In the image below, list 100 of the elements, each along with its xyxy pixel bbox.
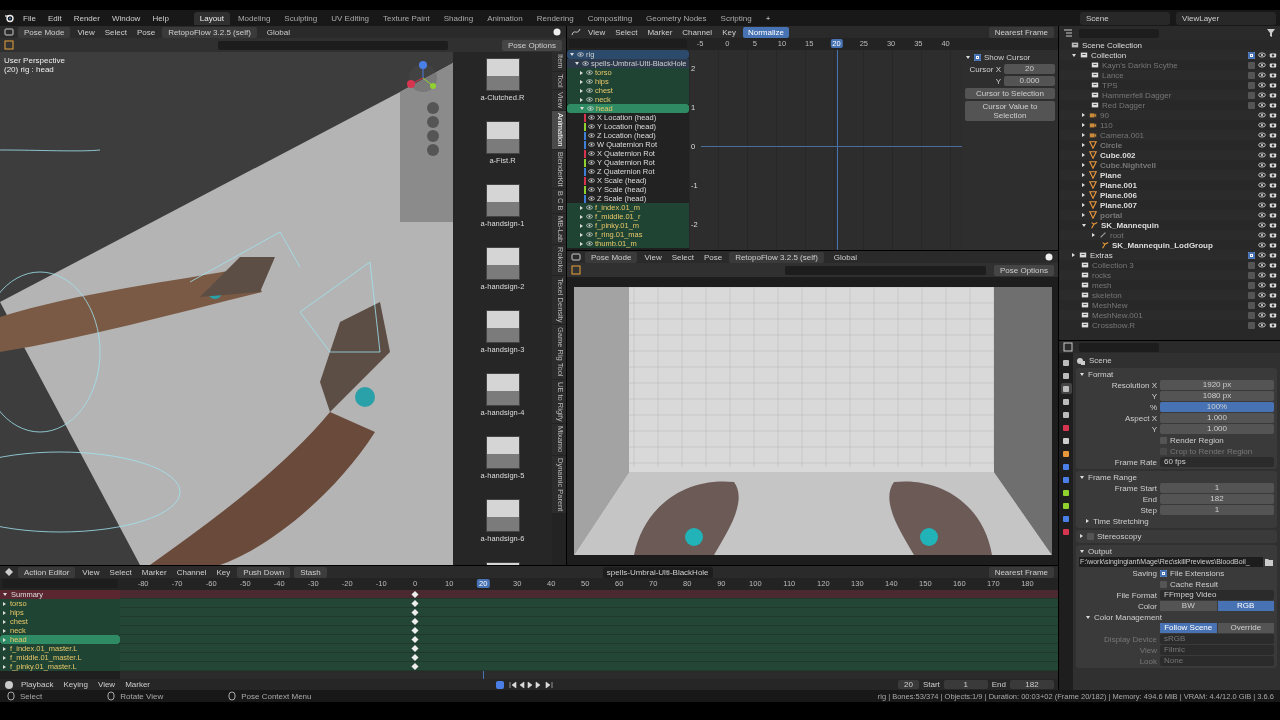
checkbox[interactable] xyxy=(1248,311,1255,319)
workspace-tab[interactable]: Geometry Nodes xyxy=(640,11,713,25)
properties-tab-icon[interactable] xyxy=(1060,396,1072,407)
eye-icon[interactable] xyxy=(1258,71,1266,79)
render-camera-icon[interactable] xyxy=(1269,291,1277,299)
checkbox[interactable] xyxy=(974,54,981,61)
render-camera-icon[interactable] xyxy=(1269,101,1277,109)
checkbox[interactable] xyxy=(1248,91,1255,99)
orientation-dropdown[interactable]: Global xyxy=(827,251,863,263)
menu-item[interactable]: View xyxy=(74,27,98,37)
editor-type-icon[interactable] xyxy=(4,27,14,37)
outliner-row[interactable]: Plane.001 xyxy=(1059,180,1280,190)
add-workspace-button[interactable]: + xyxy=(759,11,777,25)
eye-icon[interactable] xyxy=(1258,101,1266,109)
properties-tab-icon[interactable] xyxy=(1060,461,1072,472)
eye-icon[interactable] xyxy=(586,204,593,211)
expand-arrow-icon[interactable] xyxy=(580,79,583,84)
render-camera-icon[interactable] xyxy=(1269,71,1277,79)
render-camera-icon[interactable] xyxy=(1269,211,1277,219)
eye-icon[interactable] xyxy=(588,186,595,193)
display-mode-icon[interactable] xyxy=(1063,28,1073,38)
render-camera-icon[interactable] xyxy=(1269,231,1277,239)
number-field[interactable]: 1920 px xyxy=(1160,380,1274,390)
eye-icon[interactable] xyxy=(588,195,595,202)
eye-icon[interactable] xyxy=(1258,261,1266,269)
eye-icon[interactable] xyxy=(588,114,595,121)
checkbox[interactable] xyxy=(1248,251,1255,259)
properties-tab-icon[interactable] xyxy=(1060,409,1072,420)
properties-tab-icon[interactable] xyxy=(1060,370,1072,381)
eye-icon[interactable] xyxy=(586,69,593,76)
collapse-arrow-icon[interactable] xyxy=(966,56,970,59)
render-camera-icon[interactable] xyxy=(1269,261,1277,269)
start-frame-field[interactable]: 1 xyxy=(943,680,988,689)
eye-icon[interactable] xyxy=(586,240,593,247)
toggle-option[interactable]: RGB xyxy=(1217,601,1274,611)
number-field[interactable]: 1.000 xyxy=(1160,413,1274,423)
workspace-tab[interactable]: Rendering xyxy=(530,11,580,25)
checkbox[interactable] xyxy=(1248,291,1255,299)
workspace-tab[interactable]: Texture Paint xyxy=(377,11,436,25)
menu-item[interactable]: Channel xyxy=(173,567,210,577)
render-camera-icon[interactable] xyxy=(1269,271,1277,279)
properties-tab-icon[interactable] xyxy=(1060,357,1072,368)
eye-icon[interactable] xyxy=(588,177,595,184)
expand-arrow-icon[interactable] xyxy=(580,214,583,219)
eye-icon[interactable] xyxy=(1258,51,1266,59)
expand-arrow-icon[interactable] xyxy=(1086,615,1090,619)
expand-arrow-icon[interactable] xyxy=(580,97,583,102)
expand-arrow-icon[interactable] xyxy=(1092,233,1095,237)
checkbox[interactable] xyxy=(1087,532,1094,540)
pose-thumbnail[interactable] xyxy=(485,247,520,280)
eye-icon[interactable] xyxy=(582,60,589,67)
render-camera-icon[interactable] xyxy=(1269,241,1277,249)
menu-item[interactable]: View xyxy=(641,252,665,262)
render-camera-icon[interactable] xyxy=(1269,61,1277,69)
eye-icon[interactable] xyxy=(588,168,595,175)
outliner-row[interactable]: SK_Mannequin xyxy=(1059,220,1280,230)
eye-icon[interactable] xyxy=(1258,201,1266,209)
render-camera-icon[interactable] xyxy=(1269,91,1277,99)
menu-item[interactable]: Channel xyxy=(679,27,716,37)
menu-item[interactable]: Key xyxy=(213,567,234,577)
normalize-toggle[interactable]: Normalize xyxy=(742,26,789,38)
toggle-option[interactable]: Override xyxy=(1217,623,1274,633)
editor-mode-dropdown[interactable]: Action Editor xyxy=(18,566,76,578)
folder-icon[interactable] xyxy=(1264,557,1274,567)
expand-arrow-icon[interactable] xyxy=(1082,223,1086,227)
render-camera-icon[interactable] xyxy=(1269,161,1277,169)
panel-button[interactable]: Cursor Value to Selection xyxy=(965,101,1055,121)
eye-icon[interactable] xyxy=(1258,111,1266,119)
mode-dropdown[interactable]: Pose Mode xyxy=(18,26,71,38)
render-camera-icon[interactable] xyxy=(1269,311,1277,319)
subpanel-title[interactable]: Time Stretching xyxy=(1093,516,1149,526)
render-camera-icon[interactable] xyxy=(1269,141,1277,149)
current-frame-field[interactable]: 20 xyxy=(897,680,919,689)
eye-icon[interactable] xyxy=(1258,281,1266,289)
menu-item[interactable]: Playback xyxy=(18,680,57,689)
eye-icon[interactable] xyxy=(1258,151,1266,159)
expand-arrow-icon[interactable] xyxy=(1082,143,1085,147)
menu-item[interactable]: Select xyxy=(106,567,135,577)
expand-arrow-icon[interactable] xyxy=(1082,113,1085,117)
render-camera-icon[interactable] xyxy=(1269,111,1277,119)
menu-item[interactable]: Select xyxy=(668,252,697,262)
checkbox[interactable] xyxy=(1248,81,1255,89)
eye-icon[interactable] xyxy=(588,141,595,148)
menu-item[interactable]: Marker xyxy=(644,27,676,37)
workspace-tab[interactable]: Layout xyxy=(193,11,230,25)
addon-dropdown[interactable]: RetopoFlow 3.2.5 (self) xyxy=(162,26,257,38)
workspace-tab[interactable]: UV Editing xyxy=(325,11,376,25)
outliner-row[interactable]: Scene Collection xyxy=(1059,40,1280,50)
eye-icon[interactable] xyxy=(586,231,593,238)
properties-editor-icon[interactable] xyxy=(1063,342,1073,352)
pose-thumbnail[interactable] xyxy=(485,310,520,343)
checkbox[interactable] xyxy=(1160,580,1167,588)
number-field[interactable]: 1 xyxy=(1160,505,1274,515)
menu-item[interactable]: Help xyxy=(149,13,172,23)
eye-icon[interactable] xyxy=(586,222,593,229)
pose-thumbnail[interactable] xyxy=(485,499,520,532)
eye-icon[interactable] xyxy=(586,213,593,220)
workspace-tab[interactable]: Scripting xyxy=(714,11,758,25)
menu-item[interactable]: Pose xyxy=(133,27,159,37)
checkbox[interactable] xyxy=(1248,71,1255,79)
